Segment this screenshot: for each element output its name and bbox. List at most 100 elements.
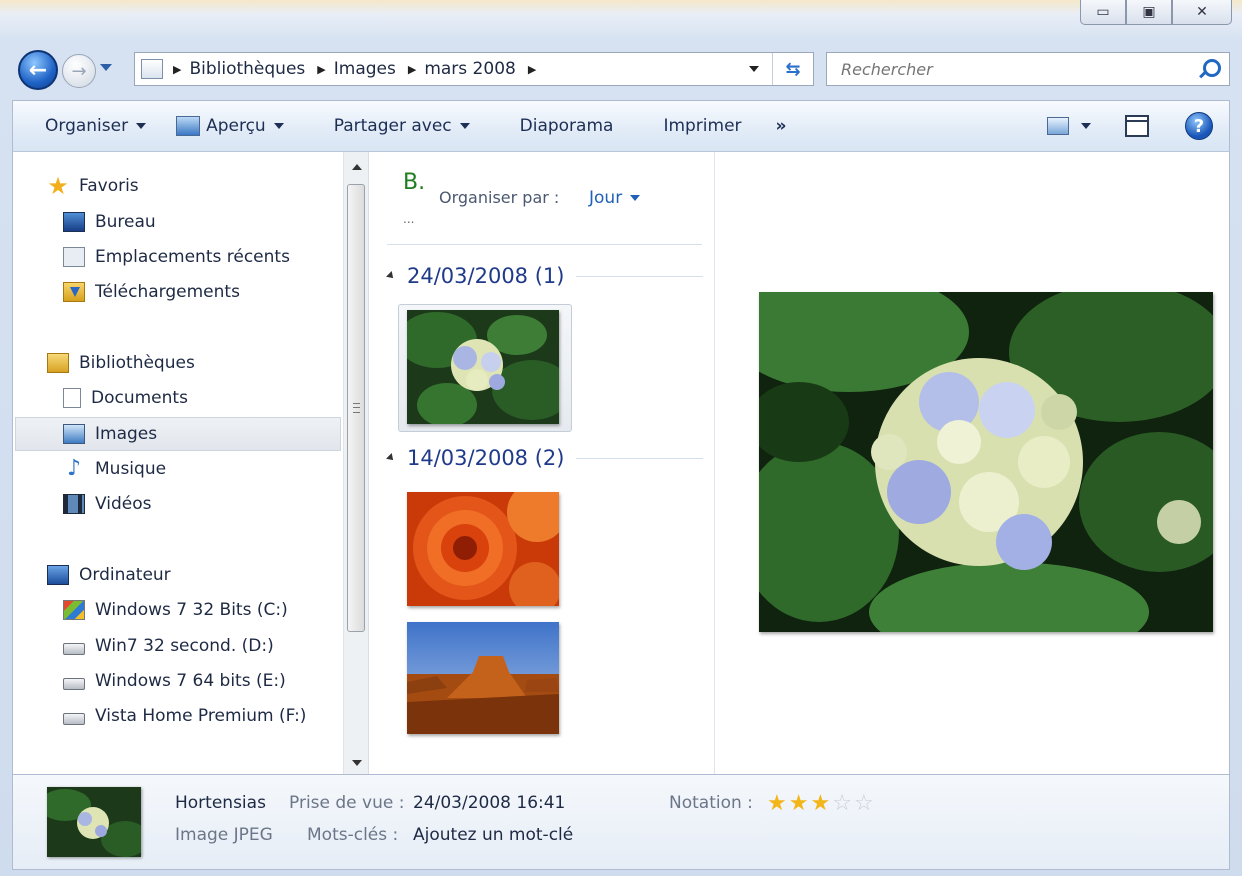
nav-label: Musique [95,459,167,479]
breadcrumb-arrow-icon[interactable]: ▶ [173,63,181,76]
group-header[interactable]: 14/03/2008 (2) [386,446,703,470]
breadcrumb-item[interactable]: Bibliothèques [189,59,305,79]
nav-item-desktop[interactable]: Bureau [63,212,156,232]
group-label: 24/03/2008 (1) [407,264,565,288]
search-input[interactable] [839,58,1143,80]
date-taken-label: Prise de vue : [289,793,405,813]
details-thumbnail [47,787,141,857]
preview-label: Aperçu [206,116,266,136]
close-button[interactable]: ✕ [1172,0,1232,25]
nav-computer[interactable]: Ordinateur [47,565,171,585]
nav-item-videos[interactable]: Vidéos [63,494,152,514]
view-dropdown-icon[interactable] [1081,123,1091,129]
organize-menu-button[interactable]: Organiser [45,116,147,136]
history-dropdown-icon[interactable] [100,64,112,71]
arrange-by-value: Jour [589,188,623,208]
back-button[interactable]: ← [18,50,58,90]
explorer-window: ▭ ▣ ✕ ← → ▶ Bibliothèques ▶ Images ▶ mar… [0,0,1242,876]
collapse-triangle-icon[interactable] [386,271,396,281]
address-bar[interactable]: ▶ Bibliothèques ▶ Images ▶ mars 2008 ▶ ⇆ [134,52,814,86]
preview-pane-button[interactable] [1125,115,1149,137]
nav-label: Documents [91,388,188,408]
breadcrumb-item[interactable]: mars 2008 [424,59,516,79]
help-button[interactable]: ? [1185,112,1213,140]
chevron-down-icon [273,123,284,129]
chevron-down-icon [630,195,641,201]
thumbnail-hortensias[interactable] [407,310,559,424]
nav-item-documents[interactable]: Documents [63,388,188,408]
breadcrumb-arrow-icon[interactable]: ▶ [317,63,325,76]
minimize-icon: ▭ [1096,4,1110,20]
file-type: Image JPEG [175,825,273,845]
minimize-button[interactable]: ▭ [1080,0,1126,25]
nav-libraries[interactable]: Bibliothèques [47,353,195,373]
rating-star-icon[interactable]: ★ [789,793,809,815]
group-header[interactable]: 24/03/2008 (1) [386,264,703,288]
rating-star-icon[interactable]: ☆ [832,793,852,815]
maximize-button[interactable]: ▣ [1126,0,1172,25]
rating-star-icon[interactable]: ★ [810,793,830,815]
arrange-by-label: Organiser par : [439,188,560,207]
scroll-thumb[interactable] [347,184,365,632]
navigation-pane: ★ Favoris Bureau Emplacements récents Tél… [13,152,343,774]
slideshow-label: Diaporama [519,116,614,136]
print-label: Imprimer [663,116,742,136]
search-icon[interactable] [1203,59,1221,77]
close-icon: ✕ [1196,4,1208,20]
group-divider [576,275,703,277]
view-controls: ? [1047,101,1229,151]
forward-button[interactable]: → [62,54,96,88]
command-bar: Organiser Aperçu Partager avec Diaporama… [12,100,1230,152]
nav-item-music[interactable]: ♪ Musique [63,458,167,480]
back-arrow-icon: ← [28,57,48,83]
grip-icon [353,403,360,413]
scroll-down-icon[interactable] [352,760,362,766]
breadcrumb-arrow-icon[interactable]: ▶ [408,63,416,76]
more-commands-button[interactable]: » [776,116,787,136]
nav-drive-d[interactable]: Win7 32 second. (D:) [63,636,274,656]
maximize-icon: ▣ [1142,4,1156,20]
breadcrumb: ▶ Bibliothèques ▶ Images ▶ mars 2008 ▶ [173,59,544,79]
rating-stars[interactable]: ★ ★ ★ ☆ ☆ [767,793,876,815]
share-menu-button[interactable]: Partager avec [334,116,470,136]
arrange-by-dropdown[interactable]: Jour [589,188,641,208]
address-dropdown-icon[interactable] [749,66,759,72]
collapse-triangle-icon[interactable] [386,453,396,463]
slideshow-button[interactable]: Diaporama [520,116,614,136]
nav-label: Windows 7 32 Bits (C:) [95,600,288,620]
nav-item-recent[interactable]: Emplacements récents [63,247,290,267]
preview-pane [717,152,1229,774]
nav-favorites[interactable]: ★ Favoris [47,174,138,198]
date-taken-value[interactable]: 24/03/2008 16:41 [413,793,565,813]
rating-star-icon[interactable]: ★ [767,793,787,815]
keywords-value[interactable]: Ajoutez un mot-clé [413,825,573,845]
nav-label: Vidéos [95,494,152,514]
scroll-up-icon[interactable] [352,164,362,170]
breadcrumb-item[interactable]: Images [334,59,396,79]
library-title: B. [403,170,426,195]
search-box[interactable] [826,52,1230,86]
file-name: Hortensias [175,793,266,813]
hard-drive-icon [63,678,85,690]
window-controls: ▭ ▣ ✕ [1080,0,1232,26]
hard-drive-icon [63,643,85,655]
nav-drive-e[interactable]: Windows 7 64 bits (E:) [63,671,286,691]
thumbnail-desert[interactable] [407,622,559,734]
thumbnail-chrysanthemum[interactable] [407,492,559,606]
preview-menu-button[interactable]: Aperçu [176,116,284,136]
document-icon [63,388,81,408]
nav-scrollbar[interactable] [343,152,369,774]
more-label: » [775,116,787,136]
file-list-pane: B. Organiser par : Jour ... 24/03/2008 (… [371,152,715,774]
preview-image-hortensias [759,292,1213,632]
refresh-button[interactable]: ⇆ [772,53,813,85]
nav-item-images[interactable]: Images [63,424,157,444]
print-button[interactable]: Imprimer [663,116,741,136]
nav-item-downloads[interactable]: Téléchargements [63,282,240,302]
nav-drive-f[interactable]: Vista Home Premium (F:) [63,706,306,726]
desktop-icon [63,212,85,232]
breadcrumb-arrow-icon[interactable]: ▶ [528,63,536,76]
rating-star-icon[interactable]: ☆ [854,793,874,815]
change-view-icon[interactable] [1047,117,1069,135]
nav-drive-c[interactable]: Windows 7 32 Bits (C:) [63,600,288,620]
